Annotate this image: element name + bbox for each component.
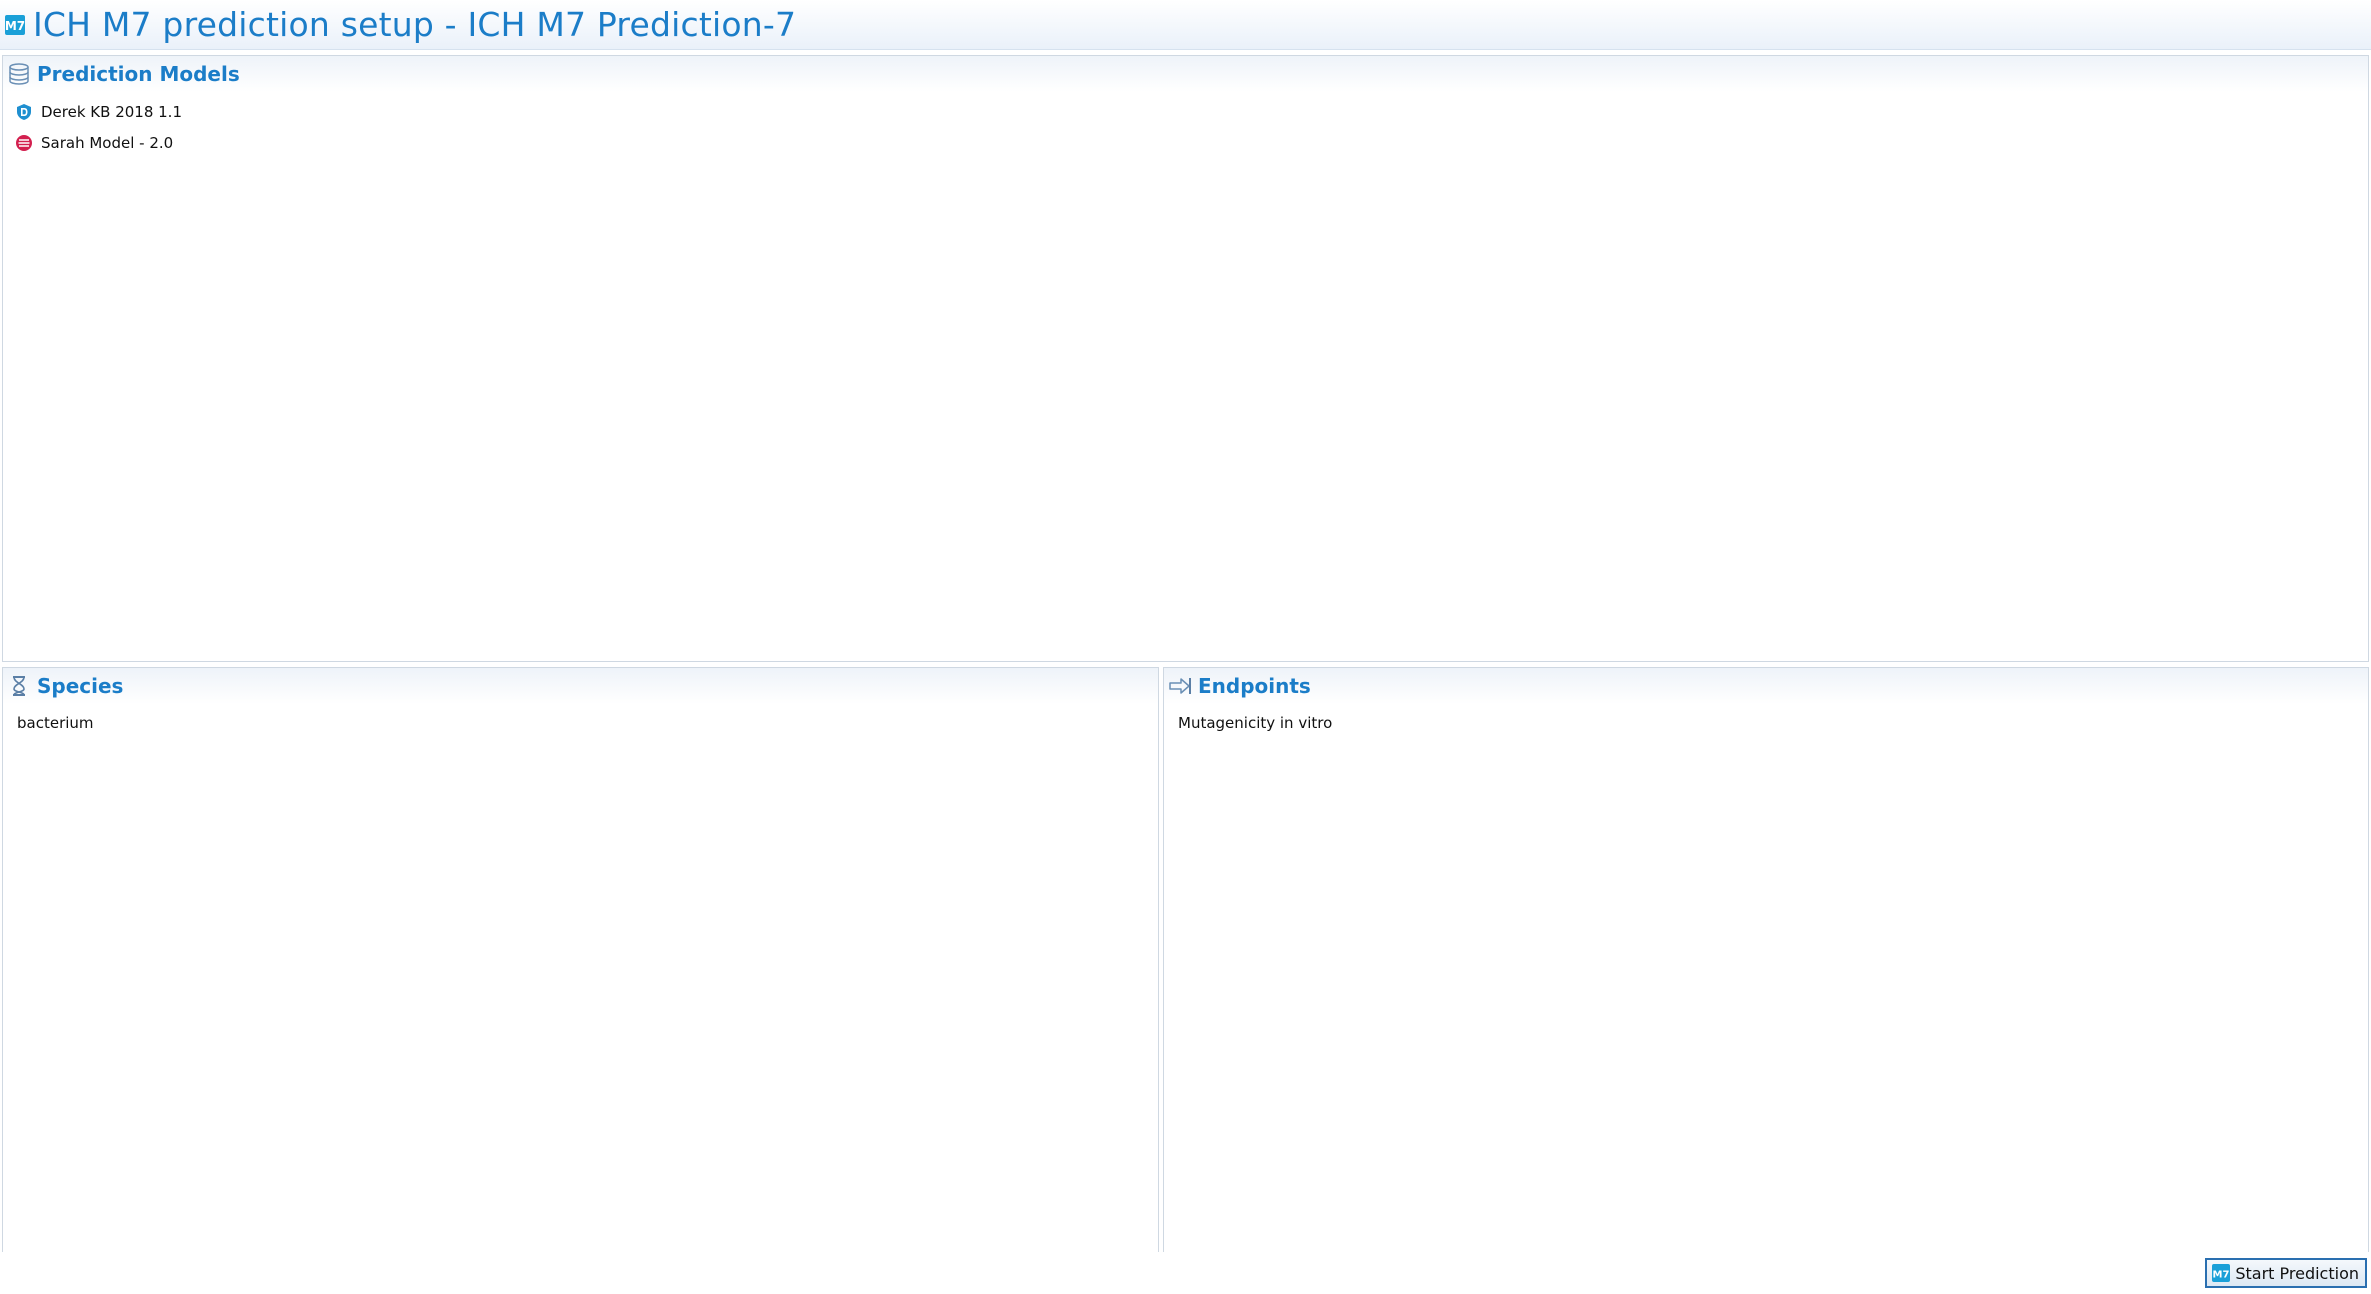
species-label: bacterium — [17, 714, 94, 732]
database-icon — [7, 62, 31, 86]
prediction-models-title: Prediction Models — [37, 62, 240, 86]
list-item-derek[interactable]: Derek KB 2018 1.1 — [11, 96, 2360, 127]
endpoints-header: Endpoints — [1164, 668, 2368, 704]
model-label: Sarah Model - 2.0 — [41, 133, 174, 152]
window-title: ICH M7 prediction setup - ICH M7 Predict… — [33, 5, 797, 44]
svg-text:M7: M7 — [2213, 1270, 2230, 1281]
prediction-models-header: Prediction Models — [3, 56, 2368, 92]
action-bar: M7 Start Prediction — [0, 1252, 2371, 1294]
list-item-species[interactable]: bacterium — [11, 708, 1150, 738]
species-list: bacterium — [3, 704, 1158, 742]
prediction-models-panel: Prediction Models Derek KB 2018 1.1 Sara… — [2, 55, 2369, 662]
endpoints-list: Mutagenicity in vitro — [1164, 704, 2368, 742]
title-bar: M7 ICH M7 prediction setup - ICH M7 Pred… — [0, 0, 2371, 50]
list-item-sarah[interactable]: Sarah Model - 2.0 — [11, 127, 2360, 158]
model-label: Derek KB 2018 1.1 — [41, 102, 182, 121]
start-prediction-label: Start Prediction — [2235, 1263, 2359, 1283]
app-window: M7 ICH M7 prediction setup - ICH M7 Pred… — [0, 0, 2371, 1294]
species-panel: Species bacterium — [2, 667, 1159, 1254]
m7-logo-icon: M7 — [2211, 1263, 2231, 1283]
species-header: Species — [3, 668, 1158, 704]
hourglass-icon — [7, 674, 31, 698]
endpoint-label: Mutagenicity in vitro — [1178, 714, 1333, 732]
species-title: Species — [37, 674, 124, 698]
list-item-endpoint[interactable]: Mutagenicity in vitro — [1172, 708, 2360, 738]
derek-shield-icon — [15, 103, 33, 121]
sarah-logo-icon — [15, 134, 33, 152]
start-prediction-button[interactable]: M7 Start Prediction — [2205, 1258, 2367, 1288]
svg-text:M7: M7 — [5, 19, 25, 33]
endpoints-title: Endpoints — [1198, 674, 1311, 698]
arrow-right-icon — [1168, 674, 1192, 698]
prediction-models-list: Derek KB 2018 1.1 Sarah Model - 2.0 — [3, 92, 2368, 162]
m7-logo-icon: M7 — [4, 14, 26, 36]
endpoints-panel: Endpoints Mutagenicity in vitro — [1163, 667, 2369, 1254]
